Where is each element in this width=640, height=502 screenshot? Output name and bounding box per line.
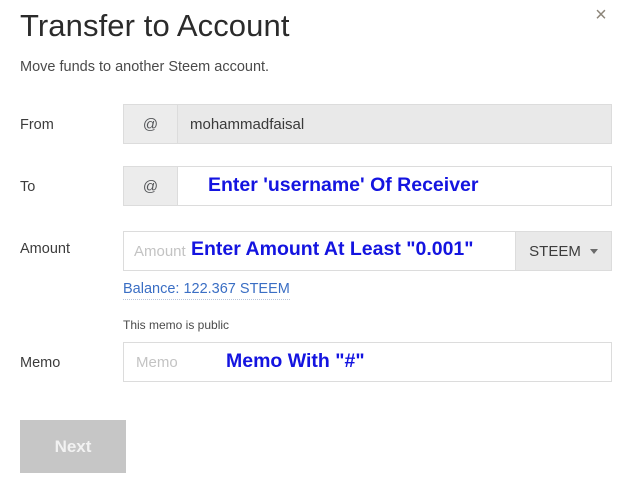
to-field-group: @	[123, 166, 612, 206]
page-title: Transfer to Account	[20, 8, 290, 43]
from-input[interactable]	[177, 104, 612, 144]
memo-public-hint: This memo is public	[123, 318, 230, 332]
chevron-down-icon	[589, 248, 598, 254]
amount-input[interactable]	[123, 231, 515, 271]
memo-input[interactable]	[123, 342, 612, 382]
label-memo: Memo	[20, 355, 61, 371]
at-symbol-icon: @	[123, 166, 177, 206]
at-symbol-icon: @	[123, 104, 177, 144]
next-button[interactable]: Next	[20, 420, 126, 473]
from-field-group: @	[123, 104, 612, 144]
label-from: From	[20, 117, 54, 133]
label-amount: Amount	[20, 241, 70, 257]
currency-select[interactable]: STEEM	[515, 231, 612, 271]
currency-select-value: STEEM	[529, 242, 581, 260]
memo-field-group	[123, 342, 612, 382]
close-icon[interactable]: ×	[590, 4, 612, 26]
page-subtitle: Move funds to another Steem account.	[20, 59, 270, 75]
label-to: To	[20, 179, 36, 195]
to-input[interactable]	[177, 166, 612, 206]
amount-field-group: STEEM	[123, 231, 612, 271]
balance-link[interactable]: Balance: 122.367 STEEM	[123, 281, 290, 300]
transfer-dialog: × Transfer to Account Move funds to anot…	[0, 0, 640, 502]
